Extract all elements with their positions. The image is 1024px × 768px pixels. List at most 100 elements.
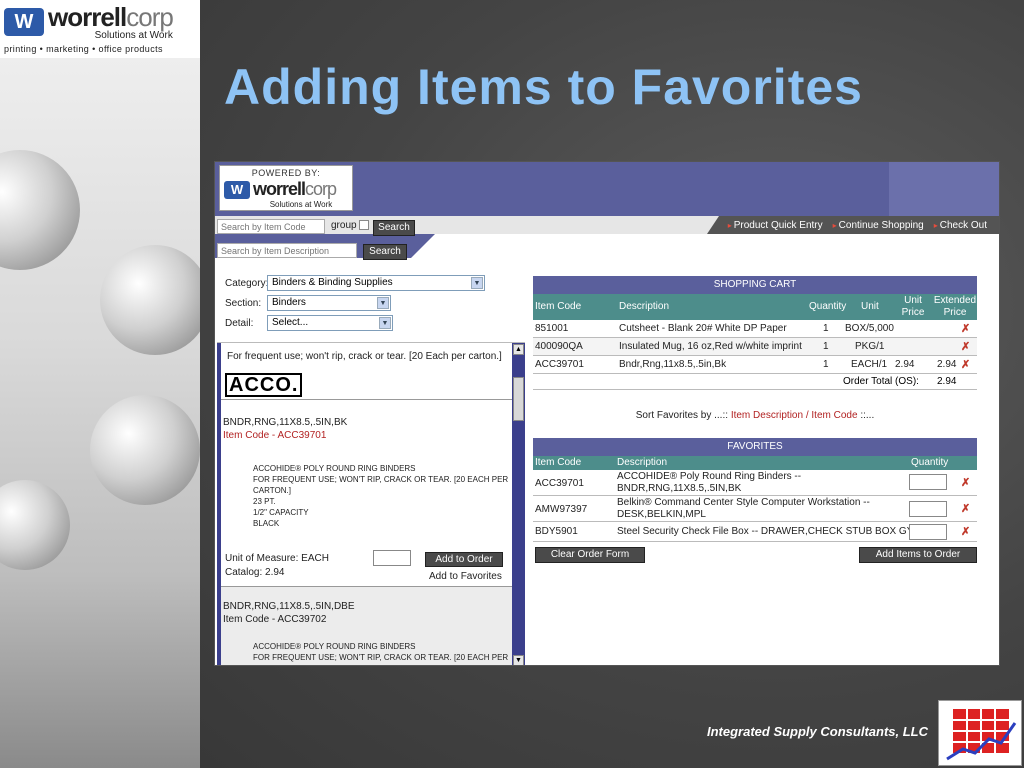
add-items-to-order-button[interactable]: Add Items to Order [859,547,977,563]
table-row: ACC39701 Bndr,Rng,11x8.5,.5in,Bk 1 EACH/… [533,356,977,374]
product-list[interactable]: For frequent use; won't rip, crack or te… [217,342,525,665]
item-detail-line: ACCOHIDE® POLY ROUND RING BINDERS [253,464,416,473]
favorite-quantity-input[interactable] [909,474,947,490]
table-row: 851001 Cutsheet - Blank 20# White DP Pap… [533,320,977,338]
nav-link-product-quick-entry[interactable]: ▸ Product Quick Entry [728,220,823,231]
worrell-w-icon: W [224,180,250,199]
unit-of-measure: Unit of Measure: EACH [225,553,329,564]
brand-word-corp: corp [305,179,337,199]
category-value: Binders & Binding Supplies [272,277,393,288]
col-description: Description [619,301,670,312]
favorite-quantity-input[interactable] [909,524,947,540]
section-select[interactable]: Binders ▼ [267,295,391,311]
category-label: Category: [225,278,269,289]
item-detail-line: 23 PT. [253,497,276,506]
quantity-input[interactable] [373,550,411,566]
nav-link-continue-shopping[interactable]: ▸ Continue Shopping [833,220,924,231]
app-header: POWERED BY: W worrell corp Solutions at W… [215,162,999,216]
col-unit: Unit [861,301,879,312]
shopping-cart-title: SHOPPING CART [533,276,977,294]
item-name: BNDR,RNG,11X8.5,.5IN,DBE [223,601,355,612]
scroll-up-icon[interactable]: ▲ [513,344,524,355]
worrellcorp-logo: W worrellcorp Solutions at Work [0,0,200,44]
cart-qty: 1 [823,323,829,334]
item-code: Item Code - ACC39702 [223,614,327,625]
logo-word-corp: corp [126,1,174,32]
detail-value: Select... [272,317,309,328]
cart-qty: 1 [823,359,829,370]
list-scrollbar[interactable]: ▲ ▼ [512,343,525,665]
description-search-button[interactable]: Search [363,244,407,260]
delete-icon[interactable]: ✗ [961,358,970,371]
sort-prefix: Sort Favorites by ...:: [635,410,729,421]
cart-code: 400090QA [535,341,583,352]
col-quantity: Quantity [809,301,847,312]
fav-description: Steel Security Check File Box -- DRAWER,… [617,526,914,537]
brand-subtitle: Solutions at Work [269,200,333,209]
fav-description: Belkin® Command Center Style Computer Wo… [617,497,870,508]
favorites-title: FAVORITES [533,438,977,456]
scroll-down-icon[interactable]: ▼ [513,655,524,665]
col-quantity: Quantity [911,457,949,468]
nav-link-check-out[interactable]: ▸ Check Out [934,220,987,231]
pushpin-ball [90,395,200,505]
slide-title: Adding Items to Favorites [224,59,863,115]
scroll-thumb[interactable] [513,377,524,421]
item-detail-line: FOR FREQUENT USE; WON'T RIP, CRACK OR TE… [253,653,509,662]
delete-icon[interactable]: ✗ [961,340,970,353]
catalog-price: Catalog: 2.94 [225,567,285,578]
cart-code: ACC39701 [535,359,584,370]
col-description: Description [617,457,668,468]
detail-label: Detail: [225,318,254,329]
table-row: 400090QA Insulated Mug, 16 oz,Red w/whit… [533,338,977,356]
fav-code: AMW97397 [535,504,588,515]
delete-icon[interactable]: ✗ [961,525,970,538]
item-name: BNDR,RNG,11X8.5,.5IN,BK [223,417,348,428]
footer-company-name: Integrated Supply Consultants, LLC [706,724,928,739]
clear-order-form-button[interactable]: Clear Order Form [535,547,645,563]
category-select[interactable]: Binders & Binding Supplies ▼ [267,275,485,291]
bullet-icon: ▸ [832,220,837,230]
item-detail-line: 1/2" CAPACITY [253,508,309,517]
add-to-favorites-link[interactable]: Add to Favorites [429,571,502,582]
pushpin-ball [0,150,80,270]
cart-code: 851001 [535,323,569,334]
detail-select[interactable]: Select... ▼ [267,315,393,331]
cart-unit: BOX/5,000 [845,323,894,334]
description-search-input[interactable] [217,243,357,258]
item-detail-line: FOR FREQUENT USE; WON'T RIP, CRACK OR TE… [253,475,509,495]
logo-word-worrell: worrell [48,1,127,32]
isc-chart-icon [946,709,1017,761]
bullet-icon: ▸ [933,220,938,230]
delete-icon[interactable]: ✗ [961,476,970,489]
cart-description: Cutsheet - Blank 20# White DP Paper [619,323,787,334]
sort-suffix: ::... [860,410,875,421]
app-screenshot: POWERED BY: W worrell corp Solutions at W… [214,161,1000,666]
fav-description-2: BNDR,RNG,11X8.5,.5IN,BK [617,483,742,494]
sort-by-description-link[interactable]: Item Description [731,410,803,421]
powered-by-label: POWERED BY: [251,168,321,178]
favorite-quantity-input[interactable] [909,501,947,517]
acco-brand-logo: ACCO. [225,373,303,397]
tagline: printing • marketing • office products [0,44,200,58]
cart-unit: PKG/1 [855,341,885,352]
brand-word-worrell: worrell [253,179,306,199]
item-detail-line: ACCOHIDE® POLY ROUND RING BINDERS [253,642,416,651]
item-code-search-input[interactable] [217,219,325,234]
delete-icon[interactable]: ✗ [961,502,970,515]
section-value: Binders [272,297,306,308]
pushpin-ball [100,245,210,355]
sort-by-code-link[interactable]: Item Code [811,410,857,421]
cart-description: Bndr,Rng,11x8.5,.5in,Bk [619,359,727,370]
list-left-border [217,343,221,665]
add-to-order-button[interactable]: Add to Order [425,552,503,567]
cart-unit-price: 2.94 [895,359,915,370]
group-label: group [331,220,357,231]
col-item-code: Item Code [535,457,582,468]
group-checkbox[interactable] [359,220,369,230]
cart-extended-price: 2.94 [937,359,957,370]
fav-code: ACC39701 [535,478,584,489]
pushpin-ball [0,480,70,570]
item-code-search-button[interactable]: Search [373,220,415,236]
delete-icon[interactable]: ✗ [961,322,970,335]
